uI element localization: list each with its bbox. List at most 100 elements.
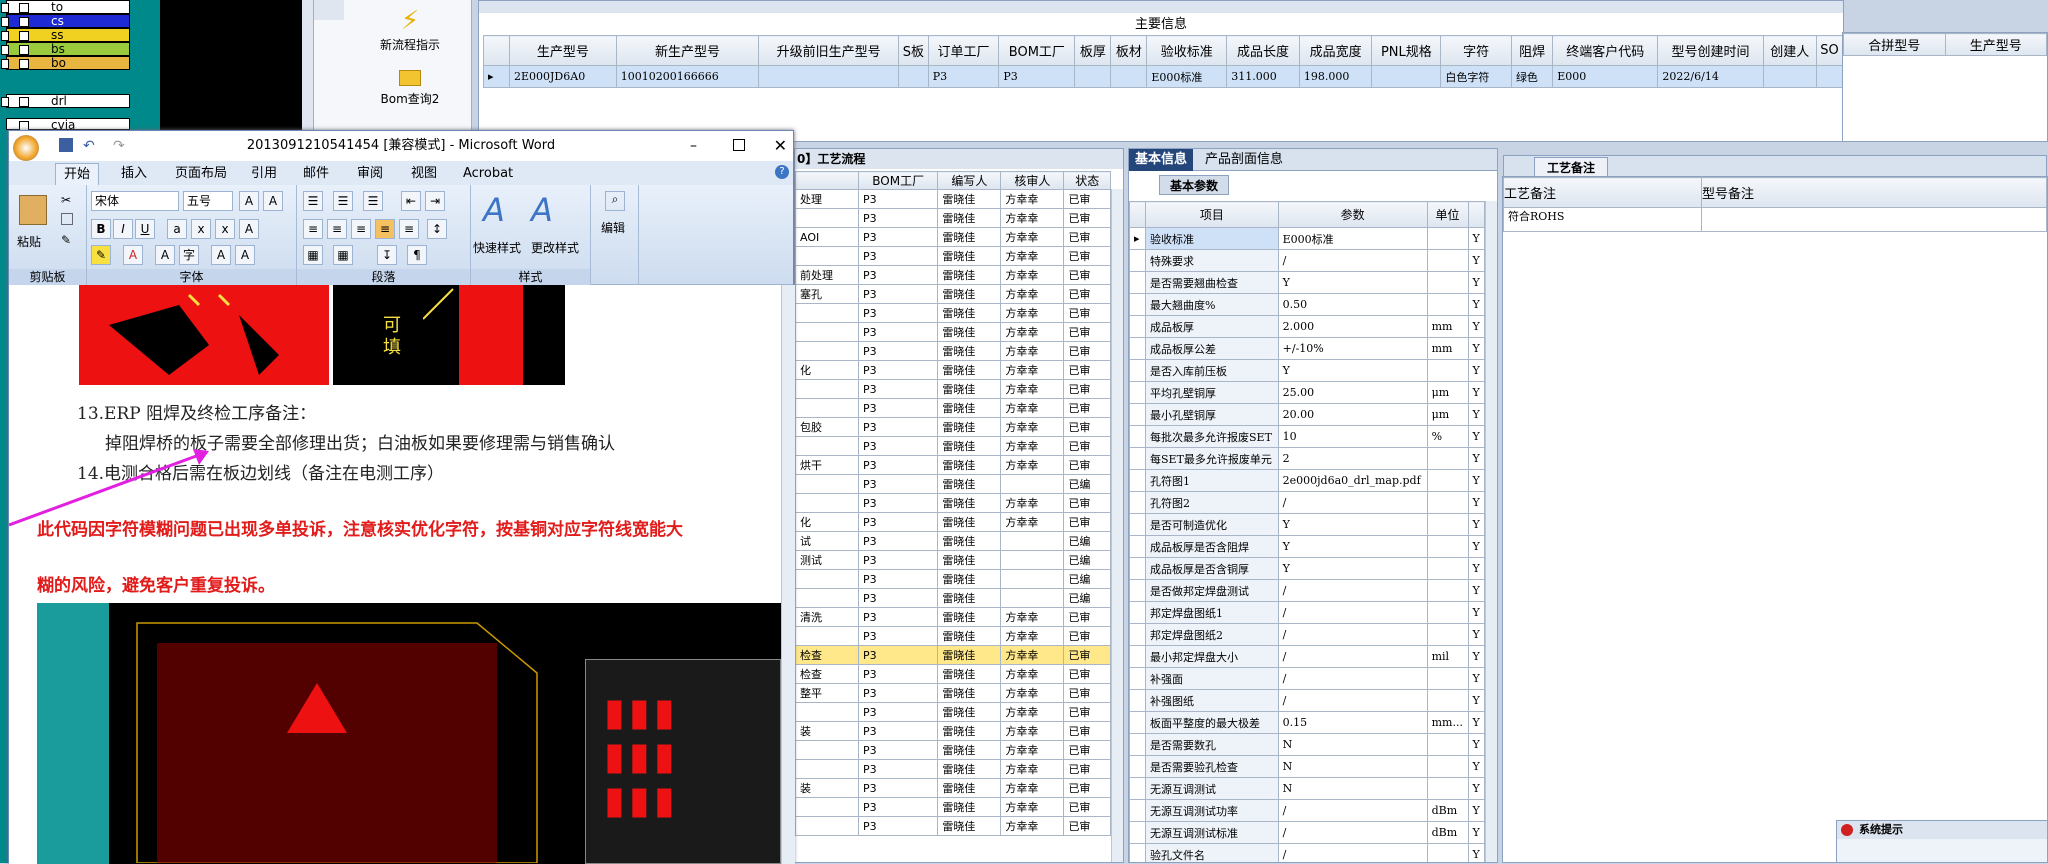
flow-cell[interactable]: P3	[858, 816, 939, 836]
basic-param-cell[interactable]: N	[1277, 755, 1428, 778]
layer-checkbox[interactable]	[19, 31, 29, 41]
decrease-indent-icon[interactable]: ⇤	[401, 191, 421, 211]
tab-review[interactable]: 审阅	[357, 163, 383, 185]
main-info-cell[interactable]	[1074, 65, 1112, 88]
flow-cell[interactable]: 已审	[1063, 664, 1111, 684]
flow-cell[interactable]: 已审	[1063, 797, 1111, 817]
flow-cell[interactable]: 已审	[1063, 626, 1111, 646]
basic-param-cell[interactable]	[1426, 469, 1469, 492]
basic-param-cell[interactable]: 0.50	[1277, 293, 1428, 316]
row-indicator[interactable]	[1129, 293, 1146, 316]
basic-param-row[interactable]: 成品板厚 2.000 mm Y	[1129, 315, 1485, 338]
flow-row[interactable]: P3 雷晓佳 已编	[795, 588, 1111, 608]
basic-param-row[interactable]: 是否可制造优化 Y Y	[1129, 513, 1485, 536]
flow-cell[interactable]: 雷晓佳	[937, 474, 1002, 494]
flow-cell[interactable]: P3	[858, 208, 939, 228]
basic-param-cell[interactable]: 邦定焊盘图纸2	[1145, 623, 1279, 646]
quick-style-label[interactable]: 快速样式	[473, 239, 521, 256]
flow-cell[interactable]: 方幸幸	[1000, 246, 1065, 266]
flow-cell[interactable]: 雷晓佳	[937, 417, 1002, 437]
flow-cell[interactable]: 已审	[1063, 493, 1111, 513]
basic-param-col[interactable]: 参数	[1277, 201, 1428, 228]
flow-cell[interactable]: 已审	[1063, 246, 1111, 266]
office-button-icon[interactable]	[13, 135, 39, 161]
basic-param-row[interactable]: 每批次最多允许报废SET 10% Y	[1129, 425, 1485, 448]
subtab-basic-params[interactable]: 基本参数	[1159, 175, 1230, 195]
save-icon[interactable]	[59, 138, 73, 152]
tab-references[interactable]: 引用	[251, 163, 277, 185]
main-info-col[interactable]: 成品长度	[1226, 35, 1300, 66]
flow-cell[interactable]: 已编	[1063, 474, 1111, 494]
flow-cell[interactable]	[1000, 474, 1065, 494]
main-info-cell[interactable]	[1762, 65, 1817, 88]
row-indicator[interactable]	[1129, 447, 1146, 470]
flow-cell[interactable]: P3	[858, 569, 939, 589]
flow-row[interactable]: 化 P3 雷晓佳 方幸幸 已审	[795, 512, 1111, 532]
flow-cell[interactable]: P3	[858, 702, 939, 722]
main-info-cell[interactable]	[758, 65, 900, 88]
flow-cell[interactable]: 前处理	[795, 265, 860, 285]
flow-cell[interactable]: P3	[858, 436, 939, 456]
basic-param-cell[interactable]: Y	[1467, 755, 1485, 778]
basic-param-cell[interactable]	[1426, 271, 1469, 294]
basic-param-cell[interactable]	[1426, 513, 1469, 536]
paste-label[interactable]: 粘贴	[17, 233, 41, 250]
flow-cell[interactable]: 方幸幸	[1000, 740, 1065, 760]
basic-param-cell[interactable]: /	[1277, 821, 1428, 844]
flow-cell[interactable]: 雷晓佳	[937, 531, 1002, 551]
basic-param-cell[interactable]	[1426, 579, 1469, 602]
flow-cell[interactable]: 已审	[1063, 398, 1111, 418]
basic-param-row[interactable]: 是否入库前压板 Y Y	[1129, 359, 1485, 382]
flow-cell[interactable]: 雷晓佳	[937, 189, 1002, 209]
flow-row[interactable]: 包胶 P3 雷晓佳 方幸幸 已审	[795, 417, 1111, 437]
flow-row[interactable]: 前处理 P3 雷晓佳 方幸幸 已审	[795, 265, 1111, 285]
basic-param-row[interactable]: 孔符图1 2e000jd6a0_drl_map.pdf Y	[1129, 469, 1485, 492]
flow-cell[interactable]	[795, 740, 860, 760]
basic-param-cell[interactable]: Y	[1467, 491, 1485, 514]
main-info-cell[interactable]: 2022/6/14	[1657, 65, 1764, 88]
flow-cell[interactable]: P3	[858, 664, 939, 684]
flow-cell[interactable]: 雷晓佳	[937, 607, 1002, 627]
borders-icon[interactable]: ▦	[333, 245, 353, 265]
flow-row[interactable]: P3 雷晓佳 方幸幸 已审	[795, 759, 1111, 779]
flow-cell[interactable]: 已审	[1063, 303, 1111, 323]
flow-cell[interactable]: 雷晓佳	[937, 721, 1002, 741]
basic-param-cell[interactable]: 补强图纸	[1145, 689, 1279, 712]
basic-param-cell[interactable]: Y	[1467, 359, 1485, 382]
flow-col[interactable]: BOM工厂	[858, 171, 939, 190]
flow-cell[interactable]: 方幸幸	[1000, 702, 1065, 722]
model-remark-col[interactable]: 型号备注	[1701, 177, 2047, 208]
main-info-col[interactable]: 验收标准	[1146, 35, 1228, 66]
flow-row[interactable]: P3 雷晓佳 方幸幸 已审	[795, 208, 1111, 228]
flow-cell[interactable]: P3	[858, 645, 939, 665]
flow-row[interactable]: P3 雷晓佳 方幸幸 已审	[795, 341, 1111, 361]
basic-param-cell[interactable]: dBm	[1426, 821, 1469, 844]
flow-cell[interactable]: 雷晓佳	[937, 436, 1002, 456]
row-indicator[interactable]	[1129, 821, 1146, 844]
process-remark-value[interactable]: 符合ROHS	[1503, 207, 1702, 232]
document-area[interactable]: 可 填 13.ERP 阻焊及终检工序备注： 掉阻焊桥的板子需要全部修理出货；白油…	[9, 285, 781, 864]
basic-param-cell[interactable]: Y	[1467, 843, 1485, 862]
flow-cell[interactable]: P3	[858, 265, 939, 285]
basic-param-cell[interactable]	[1426, 755, 1469, 778]
basic-param-row[interactable]: 是否需要翘曲检查 Y Y	[1129, 271, 1485, 294]
basic-scrollbar[interactable]	[1485, 201, 1497, 862]
basic-param-cell[interactable]: Y	[1467, 667, 1485, 690]
flow-cell[interactable]: P3	[858, 455, 939, 475]
basic-param-row[interactable]: 平均孔壁铜厚 25.00 μm Y	[1129, 381, 1485, 404]
flow-cell[interactable]	[795, 702, 860, 722]
basic-param-cell[interactable]: 是否做邦定焊盘测试	[1145, 579, 1279, 602]
basic-param-cell[interactable]: Y	[1467, 821, 1485, 844]
basic-param-cell[interactable]: Y	[1277, 359, 1428, 382]
main-info-col[interactable]: 板厚	[1074, 35, 1112, 66]
flow-cell[interactable]: 方幸幸	[1000, 778, 1065, 798]
main-info-cell[interactable]: 311.000	[1226, 65, 1300, 88]
main-info-cell[interactable]: 2E000JD6A0	[509, 65, 617, 88]
flow-cell[interactable]: 雷晓佳	[937, 683, 1002, 703]
flow-cell[interactable]: P3	[858, 189, 939, 209]
flow-cell[interactable]	[795, 379, 860, 399]
basic-param-cell[interactable]	[1426, 293, 1469, 316]
row-indicator[interactable]	[1129, 403, 1146, 426]
flow-cell[interactable]: P3	[858, 246, 939, 266]
row-indicator[interactable]	[1129, 557, 1146, 580]
